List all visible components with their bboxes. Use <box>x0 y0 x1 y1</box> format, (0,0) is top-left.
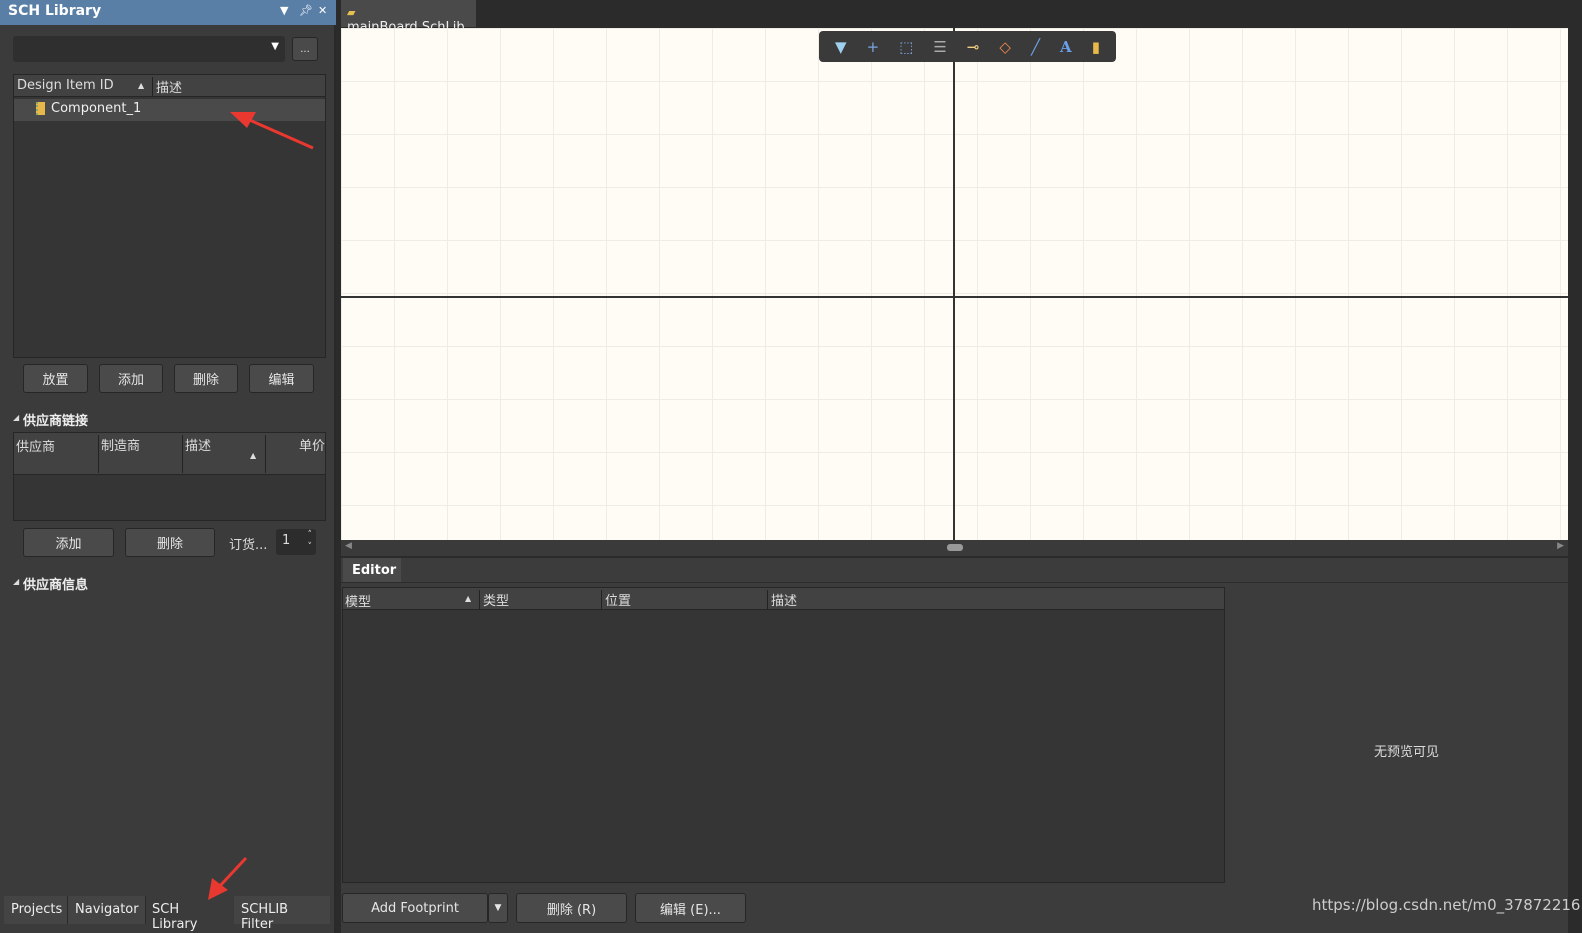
filter-icon[interactable]: ▼ <box>835 38 847 56</box>
edit-button[interactable]: 编辑 <box>249 364 314 393</box>
x-axis-line <box>341 296 1568 298</box>
component-table: Design Item ID ▲ 描述 Component_1 <box>13 74 326 358</box>
document-tab[interactable]: ▰ mainBoard.SchLib <box>341 0 476 35</box>
watermark: https://blog.csdn.net/m0_37872216 <box>1312 896 1581 914</box>
pin-icon[interactable]: 📌︎ <box>299 4 313 17</box>
supplier-info-title: 供应商信息 <box>23 578 89 593</box>
supplier-links-table: 供应商 制造商 描述 ▲ 单价 <box>13 432 326 521</box>
schlib-file-icon: ▰ <box>347 6 356 19</box>
line-icon[interactable]: ╱ <box>1031 38 1040 56</box>
column-model[interactable]: 模型 <box>345 591 371 610</box>
model-table: 模型 ▲ 类型 位置 描述 <box>342 587 1225 883</box>
panel-tab-bar: Projects Navigator SCH Library SCHLIB Fi… <box>4 896 330 932</box>
y-axis-line <box>953 28 955 540</box>
column-unit-price[interactable]: 单价 <box>265 435 325 473</box>
edit-footprint-button[interactable]: 编辑 (E)... <box>635 893 746 923</box>
tab-sch-library[interactable]: SCH Library <box>146 896 234 932</box>
add-footprint-dropdown[interactable]: ▼ <box>488 893 508 923</box>
pin-icon[interactable]: ⊸ <box>967 38 980 56</box>
text-icon[interactable]: A <box>1060 38 1072 56</box>
sort-asc-icon: ▲ <box>465 594 472 603</box>
column-description[interactable]: 描述 <box>152 77 182 96</box>
column-manufacturer[interactable]: 制造商 <box>98 435 140 473</box>
column-supplier[interactable]: 供应商 <box>16 436 55 455</box>
supplier-add-button[interactable]: 添加 <box>23 528 114 557</box>
schematic-canvas[interactable]: ▼ + ⬚ ☰ ⊸ ◇ ╱ A ▮ <box>341 28 1568 540</box>
component-icon[interactable]: ▮ <box>1092 38 1100 56</box>
collapse-icon[interactable]: ◢ <box>13 413 19 422</box>
panel-menu-icon[interactable]: ▼ <box>280 4 288 17</box>
tab-navigator[interactable]: Navigator <box>68 896 146 924</box>
column-location[interactable]: 位置 <box>601 590 631 609</box>
editor-panel: Editor 模型 ▲ 类型 位置 描述 无预览可见 Add Footprint… <box>341 558 1580 933</box>
library-dropdown[interactable]: ▼ <box>13 36 285 62</box>
preview-placeholder: 无预览可见 <box>1374 745 1440 760</box>
select-rect-icon[interactable]: ⬚ <box>899 38 913 56</box>
component-id: Component_1 <box>51 101 142 116</box>
active-bar-toolbar: ▼ + ⬚ ☰ ⊸ ◇ ╱ A ▮ <box>819 31 1116 62</box>
column-type[interactable]: 类型 <box>479 590 509 609</box>
tab-editor[interactable]: Editor <box>343 558 401 582</box>
scroll-right-icon[interactable]: ▶ <box>1557 541 1564 551</box>
component-icon <box>36 102 45 115</box>
stepper-arrows-icon[interactable]: ˄ ˅ <box>308 529 313 553</box>
add-button[interactable]: 添加 <box>99 364 163 393</box>
order-qty-stepper[interactable]: 1 ˄ ˅ <box>276 529 316 555</box>
column-design-item-id[interactable]: Design Item ID <box>17 78 114 93</box>
order-label: 订货... <box>229 538 268 553</box>
tab-schlib-filter[interactable]: SCHLIB Filter <box>234 896 330 932</box>
sort-asc-icon: ▲ <box>138 81 145 90</box>
place-button[interactable]: 放置 <box>23 364 88 393</box>
delete-button[interactable]: 删除 <box>174 364 238 393</box>
add-footprint-button[interactable]: Add Footprint <box>342 893 488 923</box>
close-icon[interactable]: ✕ <box>318 4 327 17</box>
sort-asc-icon: ▲ <box>250 451 257 460</box>
horizontal-scrollbar[interactable]: ◀ ▶ <box>341 540 1568 556</box>
collapse-icon[interactable]: ◢ <box>13 577 19 586</box>
more-button[interactable]: ... <box>292 37 318 61</box>
scrollbar-thumb[interactable] <box>947 544 963 551</box>
chevron-down-icon: ▼ <box>271 41 279 52</box>
tab-projects[interactable]: Projects <box>4 896 68 924</box>
supplier-links-title: 供应商链接 <box>23 414 89 429</box>
supplier-delete-button[interactable]: 删除 <box>125 528 215 557</box>
crosshair-icon[interactable]: + <box>867 38 880 56</box>
column-description[interactable]: 描述 <box>767 590 797 609</box>
scroll-left-icon[interactable]: ◀ <box>345 541 352 551</box>
align-icon[interactable]: ☰ <box>933 38 946 56</box>
fill-icon[interactable]: ◇ <box>999 38 1011 56</box>
delete-footprint-button[interactable]: 删除 (R) <box>516 893 627 923</box>
column-description[interactable]: 描述 <box>182 435 211 473</box>
table-row[interactable]: Component_1 <box>14 99 325 121</box>
sch-library-panel: SCH Library ▼ 📌︎ ✕ ▼ ... Design Item ID … <box>0 0 336 933</box>
